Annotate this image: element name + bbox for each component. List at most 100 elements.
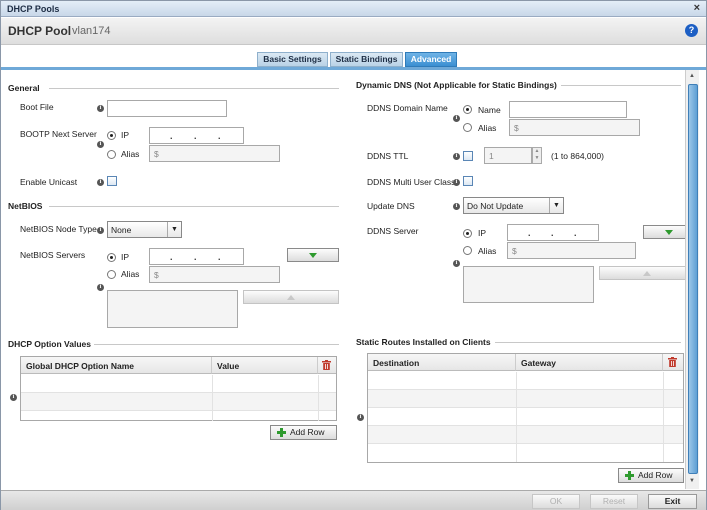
- ddns-ttl-range: (1 to 864,000): [551, 151, 604, 161]
- info-icon[interactable]: i: [10, 394, 17, 401]
- table-row[interactable]: [368, 372, 683, 390]
- ddns-ttl-input[interactable]: 1: [484, 147, 532, 164]
- close-icon[interactable]: ×: [694, 2, 700, 14]
- info-icon[interactable]: i: [453, 115, 460, 122]
- ddns-server-ip-label: IP: [478, 228, 487, 238]
- scrollbar-thumb[interactable]: [688, 84, 698, 474]
- info-icon[interactable]: i: [357, 414, 364, 421]
- info-icon[interactable]: i: [97, 179, 104, 186]
- trash-icon[interactable]: [322, 360, 331, 370]
- ddns-alias-input[interactable]: $: [509, 119, 640, 136]
- netbios-servers-label: NetBIOS Servers: [20, 250, 86, 260]
- title-bar: DHCP Pools ×: [1, 1, 706, 17]
- info-icon[interactable]: i: [453, 203, 460, 210]
- table-row[interactable]: [368, 390, 683, 408]
- scroll-up-icon[interactable]: ▲: [689, 73, 695, 79]
- general-divider: [49, 88, 339, 89]
- netbios-alias-radio[interactable]: [107, 270, 116, 279]
- dhcp-options-add-row-button[interactable]: Add Row: [270, 425, 337, 440]
- window-title: DHCP Pools: [7, 4, 60, 14]
- exit-button[interactable]: Exit: [648, 494, 697, 509]
- update-dns-select[interactable]: Do Not Update ▼: [463, 197, 564, 214]
- column-header-gateway[interactable]: Gateway: [516, 354, 663, 371]
- tab-static-bindings[interactable]: Static Bindings: [330, 52, 403, 67]
- info-icon[interactable]: i: [97, 227, 104, 234]
- enable-unicast-checkbox[interactable]: [107, 176, 117, 186]
- enable-unicast-label: Enable Unicast: [20, 177, 78, 187]
- ddns-servers-list[interactable]: [463, 266, 594, 303]
- general-heading: General: [8, 83, 40, 93]
- arrow-up-icon: [643, 271, 651, 277]
- ddns-name-radio[interactable]: [463, 105, 472, 114]
- table-row[interactable]: [21, 375, 336, 393]
- help-icon[interactable]: ?: [685, 24, 698, 37]
- netbios-node-type-select[interactable]: None ▼: [107, 221, 182, 238]
- netbios-add-down-button[interactable]: [287, 248, 339, 262]
- info-icon[interactable]: i: [97, 105, 104, 112]
- dhcp-options-table: Global DHCP Option Name Value: [20, 356, 337, 421]
- column-header-destination[interactable]: Destination: [368, 354, 516, 371]
- pool-name: vlan174: [72, 25, 111, 37]
- ok-button[interactable]: OK: [532, 494, 580, 509]
- bootp-ip-input[interactable]: ...: [149, 127, 244, 144]
- ddns-server-remove-up-button[interactable]: [599, 266, 695, 280]
- bootp-alias-input[interactable]: $: [149, 145, 280, 162]
- table-row[interactable]: [368, 444, 683, 462]
- tab-basic-settings[interactable]: Basic Settings: [257, 52, 328, 67]
- column-header-value[interactable]: Value: [212, 357, 318, 374]
- static-routes-divider: [495, 342, 681, 343]
- netbios-alias-input[interactable]: $: [149, 266, 280, 283]
- static-routes-heading: Static Routes Installed on Clients: [356, 337, 491, 347]
- tab-advanced[interactable]: Advanced: [405, 52, 457, 67]
- ddns-server-ip-radio[interactable]: [463, 229, 472, 238]
- table-row[interactable]: [21, 393, 336, 411]
- table-row[interactable]: [368, 408, 683, 426]
- bootp-alias-radio[interactable]: [107, 150, 116, 159]
- trash-icon[interactable]: [668, 357, 677, 367]
- netbios-remove-up-button[interactable]: [243, 290, 339, 304]
- info-icon[interactable]: i: [453, 260, 460, 267]
- trash-header: [318, 357, 336, 374]
- static-routes-table: Destination Gateway: [367, 353, 684, 463]
- bootp-next-server-label: BOOTP Next Server: [20, 129, 97, 139]
- dhcp-options-heading: DHCP Option Values: [8, 339, 91, 349]
- netbios-divider: [49, 206, 339, 207]
- ddns-ttl-spinner[interactable]: ▲ ▼: [532, 147, 542, 164]
- netbios-ip-input[interactable]: ...: [149, 248, 244, 265]
- bootp-ip-radio[interactable]: [107, 131, 116, 140]
- ddns-alias-label: Alias: [478, 123, 497, 133]
- page-title: DHCP Pool: [8, 24, 72, 38]
- boot-file-label: Boot File: [20, 102, 54, 112]
- ddns-divider: [561, 85, 681, 86]
- netbios-alias-label: Alias: [121, 269, 140, 279]
- ddns-name-label: Name: [478, 105, 501, 115]
- ddns-server-ip-input[interactable]: ...: [507, 224, 599, 241]
- ddns-ttl-label: DDNS TTL: [367, 151, 409, 161]
- scroll-down-icon[interactable]: ▼: [689, 478, 695, 484]
- update-dns-label: Update DNS: [367, 201, 415, 211]
- dhcp-options-divider: [94, 344, 339, 345]
- ddns-name-input[interactable]: [509, 101, 627, 118]
- info-icon[interactable]: i: [97, 284, 104, 291]
- static-routes-add-row-button[interactable]: Add Row: [618, 468, 684, 483]
- bootp-alias-label: Alias: [121, 149, 140, 159]
- chevron-down-icon: ▼: [167, 222, 181, 237]
- column-header-option-name[interactable]: Global DHCP Option Name: [21, 357, 212, 374]
- ddns-server-alias-radio[interactable]: [463, 246, 472, 255]
- boot-file-input[interactable]: [107, 100, 227, 117]
- vertical-scrollbar[interactable]: ▲ ▼: [685, 70, 699, 489]
- ddns-server-alias-label: Alias: [478, 246, 497, 256]
- info-icon[interactable]: i: [453, 179, 460, 186]
- reset-button[interactable]: Reset: [590, 494, 638, 509]
- ddns-alias-radio[interactable]: [463, 123, 472, 132]
- ddns-multi-user-class-checkbox[interactable]: [463, 176, 473, 186]
- netbios-ip-radio[interactable]: [107, 253, 116, 262]
- info-icon[interactable]: i: [453, 153, 460, 160]
- netbios-servers-list[interactable]: [107, 290, 238, 328]
- info-icon[interactable]: i: [97, 141, 104, 148]
- table-row[interactable]: [368, 426, 683, 444]
- ddns-server-label: DDNS Server: [367, 226, 419, 236]
- page-header: DHCP Pool vlan174 ?: [1, 18, 706, 45]
- ddns-server-alias-input[interactable]: $: [507, 242, 636, 259]
- ddns-ttl-checkbox[interactable]: [463, 151, 473, 161]
